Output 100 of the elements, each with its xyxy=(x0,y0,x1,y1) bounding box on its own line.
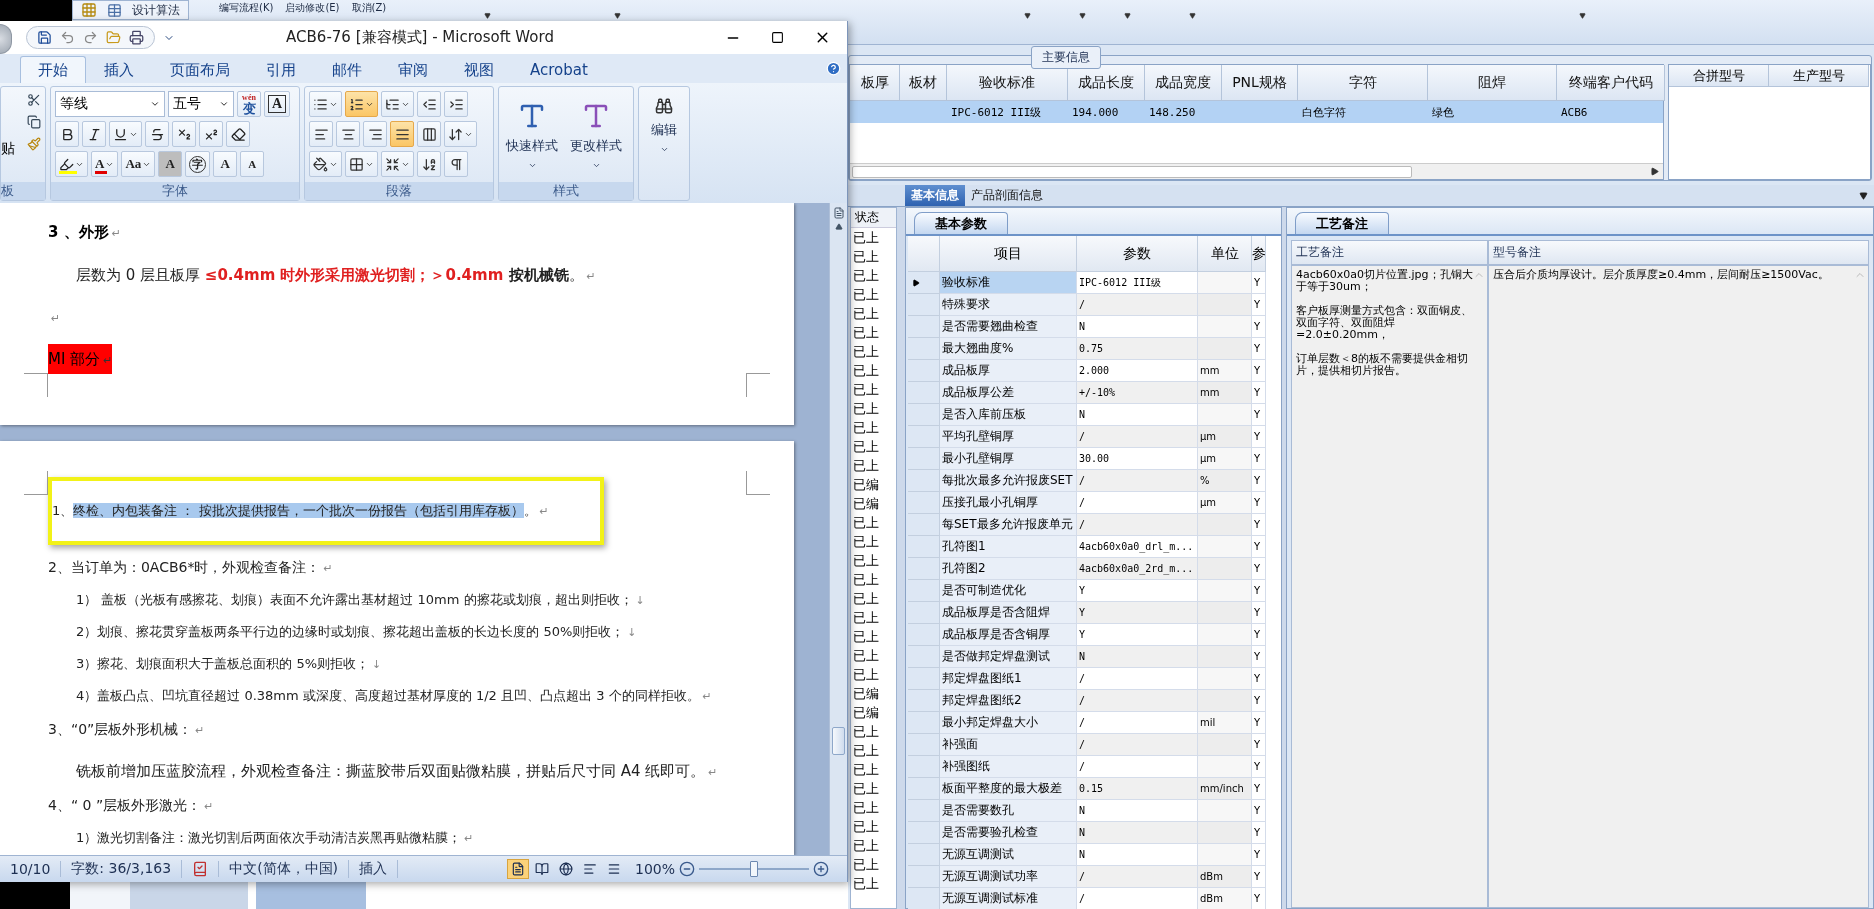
font-color-button[interactable]: A xyxy=(91,151,119,177)
distribute-button[interactable] xyxy=(417,121,441,147)
column-header[interactable]: 项目 xyxy=(940,236,1077,272)
font-name-field[interactable]: 等线 xyxy=(55,91,165,117)
clear-format-button[interactable] xyxy=(226,121,250,147)
ribbon-tab[interactable]: 引用 xyxy=(248,56,314,83)
column-header[interactable]: 终端客户代码 xyxy=(1557,65,1665,101)
italic-button[interactable] xyxy=(82,121,106,147)
help-icon[interactable] xyxy=(826,61,841,76)
ribbon-tab[interactable]: Acrobat xyxy=(512,56,606,83)
menu-item[interactable]: 取消(Z) xyxy=(351,2,387,14)
superscript-button[interactable] xyxy=(199,121,223,147)
scroll-up-icon[interactable] xyxy=(834,223,843,231)
notes-field[interactable]: 压合后介质均厚设计。层介质厚度≥0.4mm，层间耐压≥1500Vac。 xyxy=(1488,265,1869,908)
column-header[interactable]: 成品宽度 xyxy=(1145,65,1222,101)
scissors-icon[interactable] xyxy=(27,93,41,107)
printer-icon[interactable] xyxy=(129,30,144,45)
ribbon-tab[interactable]: 开始 xyxy=(20,56,86,83)
maximize-icon[interactable] xyxy=(771,31,784,44)
column-header[interactable]: 字符 xyxy=(1298,65,1428,101)
horizontal-scrollbar[interactable] xyxy=(850,163,1663,179)
caret-icon[interactable] xyxy=(1079,12,1087,19)
ribbon-tab[interactable]: 插入 xyxy=(86,56,152,83)
proofing-icon[interactable] xyxy=(192,861,209,877)
multilevel-list-button[interactable] xyxy=(381,91,414,117)
caret-icon[interactable] xyxy=(614,12,622,19)
style-button[interactable]: 快速样式 xyxy=(503,91,561,178)
undo-icon[interactable] xyxy=(60,30,75,45)
print-layout-button[interactable] xyxy=(506,859,529,879)
bullets-button[interactable] xyxy=(309,91,342,117)
column-header[interactable]: 板厚 xyxy=(850,65,900,101)
align-center-button[interactable] xyxy=(336,121,360,147)
menu-item[interactable]: 编写流程(K) xyxy=(219,2,274,14)
table-icon[interactable] xyxy=(107,2,122,18)
tab[interactable]: 产品剖面信息 xyxy=(965,185,1049,206)
column-header[interactable]: 单位 xyxy=(1198,236,1252,272)
bold-button[interactable] xyxy=(55,121,79,147)
insert-mode[interactable]: 插入 xyxy=(349,860,399,878)
caret-icon[interactable] xyxy=(484,12,492,19)
dropdown-icon[interactable] xyxy=(1859,191,1868,200)
tab[interactable]: 基本信息 xyxy=(905,185,965,206)
column-header[interactable]: 生产型号 xyxy=(1769,65,1869,87)
shading-button[interactable] xyxy=(309,151,342,177)
column-header[interactable]: 合拼型号 xyxy=(1669,65,1769,87)
decrease-indent-button[interactable] xyxy=(417,91,441,117)
scrollbar-thumb[interactable] xyxy=(852,165,1412,178)
zoom-out-icon[interactable] xyxy=(679,861,695,877)
office-button[interactable] xyxy=(0,24,12,54)
character-border-button[interactable]: A xyxy=(264,91,291,117)
column-header[interactable]: 板材 xyxy=(900,65,947,101)
zoom-in-icon[interactable] xyxy=(813,861,829,877)
row-indicator[interactable] xyxy=(908,272,940,294)
grid-icon[interactable] xyxy=(81,2,97,18)
language-indicator[interactable]: 中文(简体，中国) xyxy=(219,860,350,878)
menu-item[interactable]: 启动修改(E) xyxy=(285,2,340,14)
increase-indent-button[interactable] xyxy=(444,91,468,117)
enclose-character-button[interactable]: 字 xyxy=(185,151,211,177)
column-header[interactable]: 阻焊 xyxy=(1428,65,1557,101)
ribbon-tab[interactable]: 审阅 xyxy=(380,56,446,83)
caret-icon[interactable] xyxy=(1579,12,1587,19)
line-spacing-button[interactable] xyxy=(444,121,477,147)
align-left-button[interactable] xyxy=(309,121,333,147)
caret-icon[interactable] xyxy=(1124,12,1132,19)
column-header[interactable]: 状态 xyxy=(851,208,896,228)
redo-icon[interactable] xyxy=(83,30,98,45)
design-algorithm-button[interactable]: 设计算法 xyxy=(132,1,180,19)
show-marks-button[interactable] xyxy=(444,151,468,177)
font-size-field[interactable]: 五号 xyxy=(168,91,234,117)
ribbon-tab[interactable]: 视图 xyxy=(446,56,512,83)
save-icon[interactable] xyxy=(37,30,52,45)
scrollbar-thumb[interactable] xyxy=(832,727,845,755)
column-header[interactable]: 验收标准 xyxy=(947,65,1068,101)
column-header[interactable]: 参数 xyxy=(1077,236,1198,272)
justify-button[interactable] xyxy=(390,121,414,147)
numbering-button[interactable] xyxy=(345,91,378,117)
vertical-scrollbar[interactable] xyxy=(829,203,847,855)
strikethrough-button[interactable] xyxy=(145,121,169,147)
scroll-right-icon[interactable] xyxy=(1650,167,1659,176)
page-count[interactable]: 10/10 xyxy=(0,861,62,877)
asian-layout-button[interactable] xyxy=(381,151,414,177)
copy-icon[interactable] xyxy=(27,115,41,129)
align-right-button[interactable] xyxy=(363,121,387,147)
ribbon-tab[interactable]: 页面布局 xyxy=(152,56,248,83)
table-row[interactable]: IPC-6012 III级 194.000 148.250 白色字符 绿色 ACB6 xyxy=(850,101,1663,123)
sort-button[interactable] xyxy=(417,151,441,177)
column-header[interactable]: PNL规格 xyxy=(1222,65,1298,101)
panel-tab[interactable]: 基本参数 xyxy=(914,212,1008,234)
paintbrush-icon[interactable] xyxy=(27,137,41,151)
shrink-font-button[interactable]: A xyxy=(240,151,265,177)
ruler-icon[interactable] xyxy=(832,207,845,219)
caret-icon[interactable] xyxy=(1024,12,1032,19)
caret-icon[interactable] xyxy=(1189,12,1197,19)
subscript-button[interactable] xyxy=(172,121,196,147)
highlight-button[interactable] xyxy=(55,151,88,177)
word-count[interactable]: 字数: 36/3,163 xyxy=(61,860,183,878)
column-header[interactable]: 成品长度 xyxy=(1068,65,1145,101)
notes-field[interactable]: 4acb60x0a0切片位置.jpg；孔铜大于等于30um； 客户板厚测量方式包含：双面铜皮、双面字符、双面阻焊=2.0±0.20mm， 订单层数＜8的板不需要提供金相切片，提供相切片报告。 xyxy=(1291,265,1488,908)
ribbon-tab[interactable]: 邮件 xyxy=(314,56,380,83)
zoom-level[interactable]: 100% xyxy=(630,861,679,877)
character-shading-button[interactable]: A xyxy=(158,151,183,177)
